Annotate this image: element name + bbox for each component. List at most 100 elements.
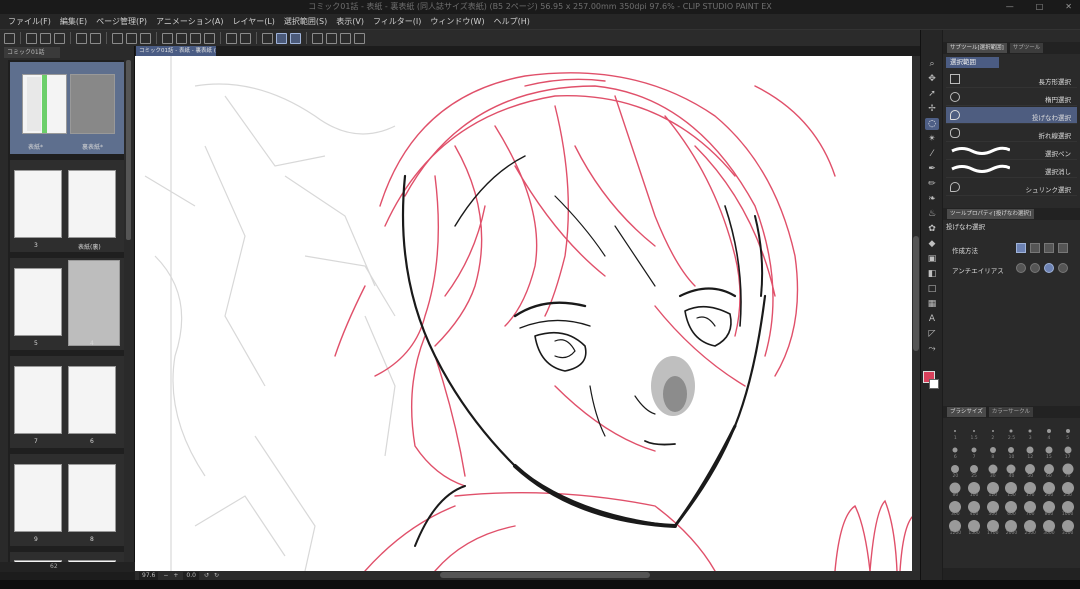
page-spread[interactable]: 表紙* 裏表紙* — [10, 62, 124, 154]
brush-size-option[interactable]: 170 — [1020, 481, 1040, 498]
page-thumbnail[interactable] — [22, 74, 67, 134]
brush-size-option[interactable]: 50 — [1020, 462, 1040, 479]
sub-tool-item-selected[interactable]: 投げなわ選択 — [946, 107, 1077, 124]
maximize-button[interactable]: □ — [1036, 0, 1044, 14]
brush-size-option[interactable]: 25 — [964, 462, 984, 479]
brush-size-option[interactable]: 600 — [1002, 500, 1021, 517]
brush-size-option[interactable]: 1000 — [1058, 500, 1077, 517]
menu-file[interactable]: ファイル(F) — [8, 16, 51, 27]
decoration-icon[interactable]: ✿ — [925, 223, 939, 235]
canvas-horizontal-scrollbar[interactable] — [440, 572, 650, 578]
sub-tool-item[interactable]: 折れ線選択 — [946, 125, 1077, 142]
page-spread[interactable]: 7 6 — [10, 356, 124, 448]
line-correction-icon[interactable]: ⤳ — [925, 343, 939, 355]
grid-icon[interactable] — [226, 32, 237, 44]
eraser-icon[interactable]: ◆ — [925, 238, 939, 250]
rotate-left-icon[interactable]: ↺ — [204, 572, 209, 579]
guide-icon[interactable] — [312, 32, 323, 44]
menu-page[interactable]: ページ管理(P) — [96, 16, 147, 27]
minimize-button[interactable]: — — [1006, 0, 1014, 14]
brush-size-option[interactable]: 8 — [983, 443, 1003, 460]
menu-view[interactable]: 表示(V) — [336, 16, 364, 27]
menu-help[interactable]: ヘルプ(H) — [494, 16, 530, 27]
page-spread[interactable]: 9 8 — [10, 454, 124, 546]
snap-special-ruler-icon[interactable] — [290, 32, 301, 44]
fill-icon[interactable] — [126, 32, 137, 44]
menu-animation[interactable]: アニメーション(A) — [156, 16, 223, 27]
new-icon[interactable] — [26, 32, 37, 44]
fill-icon[interactable]: ▣ — [925, 253, 939, 265]
brush-size-option[interactable]: 70 — [1058, 462, 1077, 479]
page-spread[interactable]: 3 表紙(裏) — [10, 160, 124, 252]
open-icon[interactable] — [40, 32, 51, 44]
brush-size-option[interactable]: 2 — [983, 424, 1003, 441]
brush-size-option[interactable]: 3500 — [1058, 519, 1077, 536]
brush-size-option[interactable]: 2.5 — [1002, 424, 1021, 441]
home-icon[interactable] — [4, 32, 15, 44]
brush-size-option[interactable]: 1500 — [964, 519, 984, 536]
page-thumbnail[interactable] — [14, 464, 62, 532]
page-thumbnail[interactable] — [70, 74, 115, 134]
pen-setting-icon[interactable] — [340, 32, 351, 44]
brush-size-option[interactable]: 3 — [1020, 424, 1040, 441]
auto-select-icon[interactable]: ✴ — [925, 133, 939, 145]
tool-property-tab[interactable]: ツールプロパティ[投げなわ選択] — [947, 209, 1034, 219]
rotation-value[interactable]: 0.0 — [183, 571, 199, 580]
add-selection-icon[interactable] — [1030, 243, 1040, 253]
select-all-icon[interactable] — [176, 32, 187, 44]
brush-size-option[interactable]: 400 — [964, 500, 984, 517]
page-thumbnail[interactable] — [68, 170, 116, 238]
brush-size-option[interactable]: 250 — [1058, 481, 1077, 498]
zoom-value[interactable]: 97.6 — [139, 571, 159, 580]
antialias-medium-icon[interactable] — [1044, 263, 1054, 273]
zoom-out-icon[interactable]: − — [163, 572, 168, 579]
pencil-icon[interactable]: ✏ — [925, 178, 939, 190]
canvas-vertical-scrollbar[interactable] — [912, 56, 920, 571]
lasso-icon[interactable]: ◌ — [925, 118, 939, 130]
sub-tool-tab-2[interactable]: サブツール — [1009, 43, 1044, 53]
brush-size-option[interactable]: 40 — [1002, 462, 1021, 479]
magnifier-icon[interactable]: ⌕ — [925, 58, 939, 70]
brush-size-option[interactable]: 5 — [1058, 424, 1077, 441]
brush-size-option[interactable]: 60 — [1039, 462, 1059, 479]
gradient-icon[interactable]: ◧ — [925, 268, 939, 280]
sub-tool-item[interactable]: 長方形選択 — [946, 71, 1077, 88]
figure-icon[interactable]: □ — [925, 283, 939, 295]
brush-size-option[interactable]: 20 — [946, 462, 965, 479]
page-thumbnail[interactable] — [14, 170, 62, 238]
brush-size-option[interactable]: 12 — [1020, 443, 1040, 460]
brush-size-option[interactable]: 2000 — [1002, 519, 1021, 536]
brush-size-option[interactable]: 1.5 — [964, 424, 984, 441]
menu-layer[interactable]: レイヤー(L) — [232, 16, 274, 27]
close-button[interactable]: ✕ — [1065, 0, 1072, 14]
selection-border-icon[interactable] — [204, 32, 215, 44]
page-list-scrollbar[interactable] — [126, 60, 131, 240]
brush-icon[interactable]: ❧ — [925, 193, 939, 205]
eyedropper-icon[interactable]: ⁄ — [925, 148, 939, 160]
antialias-none-icon[interactable] — [1016, 263, 1026, 273]
brush-size-option[interactable]: 80 — [946, 481, 965, 498]
sub-tool-item[interactable]: 楕円選択 — [946, 89, 1077, 106]
sub-tool-item[interactable]: 選択ペン — [946, 143, 1077, 160]
perspective-icon[interactable] — [326, 32, 337, 44]
brush-size-option[interactable]: 10 — [1002, 443, 1021, 460]
deselect-icon[interactable] — [162, 32, 173, 44]
brush-size-option[interactable]: 200 — [1039, 481, 1059, 498]
ruler-icon[interactable] — [240, 32, 251, 44]
new-selection-icon[interactable] — [1016, 243, 1026, 253]
brush-size-option[interactable]: 17 — [1058, 443, 1077, 460]
antialias-weak-icon[interactable] — [1030, 263, 1040, 273]
intersect-selection-icon[interactable] — [1058, 243, 1068, 253]
brush-size-option[interactable]: 300 — [946, 500, 965, 517]
page-list[interactable]: 表紙* 裏表紙* 3 表紙(裏) 5 4 7 6 9 8 — [8, 60, 124, 568]
brush-size-option[interactable]: 500 — [983, 500, 1003, 517]
sub-tool-tab[interactable]: サブツール[選択範囲] — [947, 43, 1007, 53]
page-thumbnail[interactable] — [14, 366, 62, 434]
page-thumbnail[interactable] — [68, 260, 120, 346]
balloon-icon[interactable]: ◸ — [925, 328, 939, 340]
operation-icon[interactable]: ➚ — [925, 88, 939, 100]
snap-ruler-icon[interactable] — [276, 32, 287, 44]
sub-tool-group-title[interactable]: 選択範囲 — [946, 57, 999, 68]
brush-size-option[interactable]: 4 — [1039, 424, 1059, 441]
sub-tool-item[interactable]: シュリンク選択 — [946, 179, 1077, 196]
